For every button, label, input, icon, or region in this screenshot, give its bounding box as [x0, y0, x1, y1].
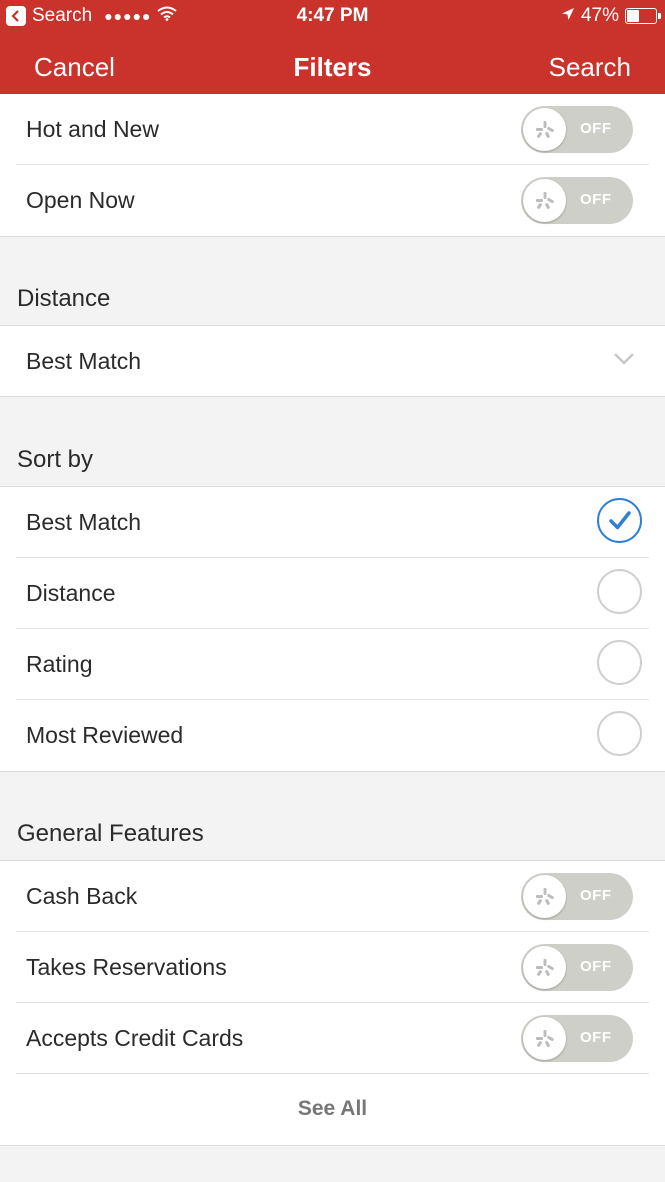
toggle-label: Cash Back: [26, 883, 138, 909]
general-features-section-title: General Features: [17, 820, 204, 847]
yelp-burst-icon: [523, 108, 566, 151]
sort-option-rating[interactable]: Rating: [0, 629, 665, 700]
yelp-burst-icon: [523, 875, 566, 918]
radio-unchecked[interactable]: [597, 711, 642, 756]
search-button[interactable]: Search: [549, 52, 631, 83]
yelp-burst-icon: [523, 1017, 566, 1060]
nav-bar: Cancel Filters Search: [0, 40, 665, 96]
toggle-label: Accepts Credit Cards: [26, 1025, 244, 1051]
toggle-row-accepts-credit-cards: Accepts Credit Cards OFF: [0, 1003, 665, 1074]
sort-option-label: Rating: [26, 651, 93, 677]
toggle-row-hot-and-new: Hot and New OFF: [0, 94, 665, 165]
toggle-label: Takes Reservations: [26, 954, 227, 980]
status-bar: Search ●●●●● 4:47 PM 47%: [0, 0, 665, 32]
toggle-state: OFF: [580, 191, 612, 208]
open-now-toggle[interactable]: OFF: [521, 177, 633, 224]
sort-option-distance[interactable]: Distance: [0, 558, 665, 629]
distance-section-title: Distance: [17, 285, 111, 312]
toggle-row-takes-reservations: Takes Reservations OFF: [0, 932, 665, 1003]
toggle-state: OFF: [580, 958, 612, 975]
toggle-label: Hot and New: [26, 116, 159, 142]
general-features-group: Cash Back OFF Takes Reservations OFF Acc…: [0, 860, 665, 1146]
chevron-down-icon: [613, 352, 635, 371]
toggle-state: OFF: [580, 887, 612, 904]
sort-by-group: Best Match Distance Rating Most Reviewed: [0, 486, 665, 772]
radio-checked[interactable]: [597, 498, 642, 543]
checkmark-icon: [609, 511, 631, 530]
yelp-burst-icon: [523, 946, 566, 989]
sort-option-label: Best Match: [26, 509, 142, 535]
toggle-row-open-now: Open Now OFF: [0, 165, 665, 236]
radio-unchecked[interactable]: [597, 569, 642, 614]
toggle-state: OFF: [580, 120, 612, 137]
battery-percent: 47%: [580, 5, 619, 26]
sort-option-most-reviewed[interactable]: Most Reviewed: [0, 700, 665, 771]
toggle-state: OFF: [580, 1029, 612, 1046]
status-right: 47%: [561, 5, 661, 27]
battery-icon: [625, 8, 661, 24]
cash-back-toggle[interactable]: OFF: [521, 873, 633, 920]
sort-option-label: Most Reviewed: [26, 722, 184, 748]
takes-reservations-toggle[interactable]: OFF: [521, 944, 633, 991]
toggle-row-cash-back: Cash Back OFF: [0, 861, 665, 932]
sort-option-best-match[interactable]: Best Match: [0, 487, 665, 558]
app-header: Search ●●●●● 4:47 PM 47% Cancel Filters …: [0, 0, 665, 103]
sort-by-section-title: Sort by: [17, 446, 94, 473]
hot-and-new-toggle[interactable]: OFF: [521, 106, 633, 153]
radio-unchecked[interactable]: [597, 640, 642, 685]
sort-option-label: Distance: [26, 580, 116, 606]
see-all-button[interactable]: See All: [0, 1097, 665, 1121]
see-all-row: See All: [0, 1074, 665, 1145]
yelp-burst-icon: [523, 179, 566, 222]
distance-group: Best Match: [0, 325, 665, 397]
top-toggles-group: Hot and New OFF Open Now OFF: [0, 94, 665, 237]
accepts-credit-cards-toggle[interactable]: OFF: [521, 1015, 633, 1062]
location-arrow-icon: [561, 5, 575, 27]
distance-select[interactable]: Best Match: [0, 326, 665, 396]
distance-selected-value: Best Match: [26, 347, 142, 374]
toggle-label: Open Now: [26, 187, 135, 213]
